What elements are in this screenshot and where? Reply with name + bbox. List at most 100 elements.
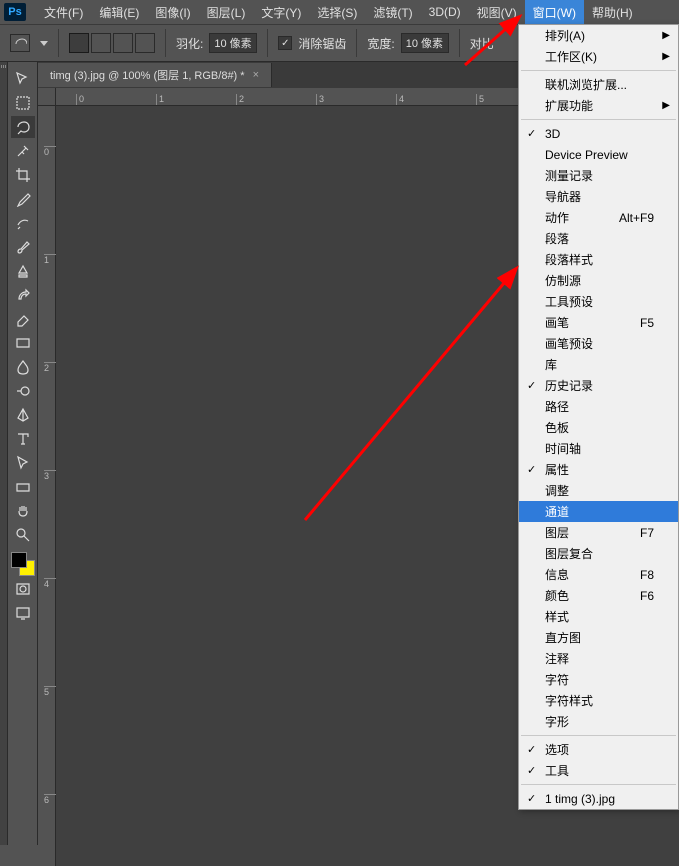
menu-item-[interactable]: ✓选项 [519, 739, 678, 760]
blur-tool[interactable] [11, 356, 35, 378]
menu-item-[interactable]: 路径 [519, 396, 678, 417]
menu-item-[interactable]: 动作Alt+F9 [519, 207, 678, 228]
menu-item-[interactable]: 库 [519, 354, 678, 375]
menu-item-devicepreview[interactable]: Device Preview [519, 144, 678, 165]
menu-help[interactable]: 帮助(H) [584, 0, 641, 24]
menu-item-[interactable]: 颜色F6 [519, 585, 678, 606]
gradient-tool[interactable] [11, 332, 35, 354]
menu-item-label: 调整 [545, 482, 569, 499]
chevron-right-icon: ▶ [662, 51, 670, 62]
menu-item-label: 时间轴 [545, 440, 581, 457]
pen-tool[interactable] [11, 404, 35, 426]
clone-stamp-tool[interactable] [11, 260, 35, 282]
selection-intersect-button[interactable] [135, 33, 155, 53]
divider [58, 29, 59, 57]
menu-filter[interactable]: 滤镜(T) [365, 0, 420, 24]
menu-view[interactable]: 视图(V) [469, 0, 525, 24]
antialias-checkbox[interactable]: ✓ [278, 36, 292, 50]
toolbox-handle[interactable] [0, 62, 8, 845]
menu-edit[interactable]: 编辑(E) [91, 0, 147, 24]
menu-item-[interactable]: 联机浏览扩展... [519, 74, 678, 95]
menu-item-[interactable]: 直方图 [519, 627, 678, 648]
menu-item-[interactable]: ✓工具 [519, 760, 678, 781]
menu-item-[interactable]: 时间轴 [519, 438, 678, 459]
menu-item-label: 历史记录 [545, 377, 593, 394]
menu-item-k[interactable]: 工作区(K)▶ [519, 46, 678, 67]
hand-tool[interactable] [11, 500, 35, 522]
dodge-tool[interactable] [11, 380, 35, 402]
menu-item-[interactable]: 色板 [519, 417, 678, 438]
selection-subtract-button[interactable] [113, 33, 133, 53]
type-tool[interactable] [11, 428, 35, 450]
chevron-down-icon[interactable] [40, 41, 48, 46]
menu-select[interactable]: 选择(S) [309, 0, 365, 24]
menu-file[interactable]: 文件(F) [36, 0, 91, 24]
eraser-tool[interactable] [11, 308, 35, 330]
shape-tool[interactable] [11, 476, 35, 498]
brush-tool[interactable] [11, 236, 35, 258]
feather-input[interactable] [209, 33, 257, 53]
menu-item-[interactable]: 调整 [519, 480, 678, 501]
quick-mask-tool[interactable] [11, 578, 35, 600]
menu-item-[interactable]: 通道 [519, 501, 678, 522]
move-tool[interactable] [11, 68, 35, 90]
menu-item-[interactable]: 扩展功能▶ [519, 95, 678, 116]
menu-item-[interactable]: 仿制源 [519, 270, 678, 291]
menu-item-[interactable]: 画笔预设 [519, 333, 678, 354]
magic-wand-tool[interactable] [11, 140, 35, 162]
divider [165, 29, 166, 57]
selection-add-button[interactable] [91, 33, 111, 53]
menu-item-label: 段落样式 [545, 251, 593, 268]
menu-item-3d[interactable]: ✓3D [519, 123, 678, 144]
menu-3d[interactable]: 3D(D) [421, 0, 469, 24]
menu-type[interactable]: 文字(Y) [253, 0, 309, 24]
menu-item-1timg3jpg[interactable]: ✓1 timg (3).jpg [519, 788, 678, 809]
check-icon: ✓ [527, 463, 536, 476]
menu-item-[interactable]: 画笔F5 [519, 312, 678, 333]
menu-item-[interactable]: 字符 [519, 669, 678, 690]
marquee-tool[interactable] [11, 92, 35, 114]
history-brush-tool[interactable] [11, 284, 35, 306]
menu-item-[interactable]: 图层复合 [519, 543, 678, 564]
menu-item-[interactable]: ✓历史记录 [519, 375, 678, 396]
menu-item-[interactable]: 导航器 [519, 186, 678, 207]
menu-item-label: 工具预设 [545, 293, 593, 310]
ruler-vertical[interactable]: 0123456 [38, 106, 56, 866]
menu-item-label: 画笔 [545, 314, 569, 331]
lasso-tool[interactable] [11, 116, 35, 138]
menu-item-[interactable]: 字符样式 [519, 690, 678, 711]
foreground-swatch[interactable] [11, 552, 27, 568]
tool-preset-picker[interactable] [10, 34, 30, 52]
screen-mode-tool[interactable] [11, 602, 35, 624]
zoom-tool[interactable] [11, 524, 35, 546]
menu-item-[interactable]: 信息F8 [519, 564, 678, 585]
check-icon: ✓ [527, 792, 536, 805]
color-swatches[interactable] [11, 552, 35, 576]
menu-item-[interactable]: 测量记录 [519, 165, 678, 186]
menu-item-[interactable]: 字形 [519, 711, 678, 732]
document-tab[interactable]: timg (3).jpg @ 100% (图层 1, RGB/8#) * × [38, 63, 272, 87]
path-select-tool[interactable] [11, 452, 35, 474]
menu-item-[interactable]: 段落样式 [519, 249, 678, 270]
close-icon[interactable]: × [253, 69, 259, 81]
menu-item-[interactable]: 工具预设 [519, 291, 678, 312]
width-input[interactable] [401, 33, 449, 53]
menu-item-label: 测量记录 [545, 167, 593, 184]
healing-brush-tool[interactable] [11, 212, 35, 234]
menu-item-[interactable]: 图层F7 [519, 522, 678, 543]
menu-image[interactable]: 图像(I) [147, 0, 198, 24]
menu-separator [521, 70, 676, 71]
menu-item-[interactable]: ✓属性 [519, 459, 678, 480]
crop-tool[interactable] [11, 164, 35, 186]
eyedropper-tool[interactable] [11, 188, 35, 210]
selection-new-button[interactable] [69, 33, 89, 53]
menu-item-[interactable]: 注释 [519, 648, 678, 669]
menu-layer[interactable]: 图层(L) [199, 0, 254, 24]
menu-window[interactable]: 窗口(W) [525, 0, 584, 24]
menu-item-[interactable]: 样式 [519, 606, 678, 627]
menu-item-a[interactable]: 排列(A)▶ [519, 25, 678, 46]
chevron-right-icon: ▶ [662, 100, 670, 111]
menu-item-label: 字符 [545, 671, 569, 688]
menu-item-[interactable]: 段落 [519, 228, 678, 249]
menu-shortcut: F7 [640, 526, 654, 540]
